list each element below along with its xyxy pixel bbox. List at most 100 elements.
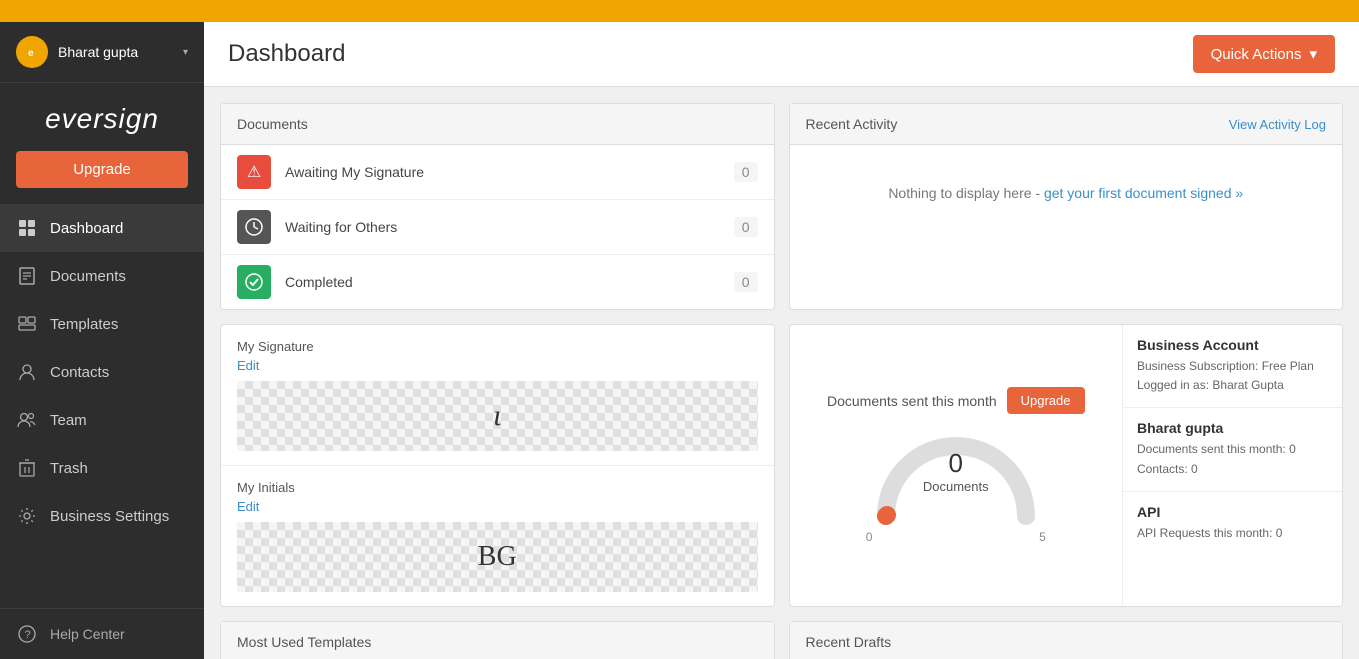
user-menu[interactable]: e Bharat gupta ▾	[0, 22, 204, 83]
activity-empty-text: Nothing to display here -	[888, 185, 1044, 201]
username-label: Bharat gupta	[58, 44, 183, 60]
api-title: API	[1137, 504, 1328, 520]
user-docs-sent: Documents sent this month: 0	[1137, 440, 1328, 459]
quick-actions-chevron-icon: ▾	[1309, 45, 1317, 63]
templates-card-title: Most Used Templates	[237, 634, 371, 650]
help-center-label: Help Center	[50, 626, 125, 642]
api-account-section: API API Requests this month: 0	[1123, 492, 1342, 555]
awaiting-signature-icon: ⚠	[237, 155, 271, 189]
svg-text:?: ?	[25, 629, 31, 641]
awaiting-signature-label: Awaiting My Signature	[285, 164, 734, 180]
sent-right: Business Account Business Subscription: …	[1122, 325, 1342, 606]
my-initials-label: My Initials	[237, 480, 758, 495]
waiting-others-item[interactable]: Waiting for Others 0	[221, 200, 774, 255]
sidebar-item-contacts[interactable]: Contacts	[0, 348, 204, 396]
awaiting-signature-count: 0	[734, 162, 758, 182]
sidebar-item-team[interactable]: Team	[0, 396, 204, 444]
gauge-label: Documents	[923, 479, 989, 494]
gauge-center-text: 0 Documents	[923, 448, 989, 494]
my-initials-edit-link[interactable]: Edit	[237, 499, 758, 514]
activity-card-title: Recent Activity	[806, 116, 898, 132]
upgrade-button[interactable]: Upgrade	[16, 151, 188, 188]
gauge-container: 0 Documents	[866, 426, 1046, 526]
documents-card: Documents ⚠ Awaiting My Signature 0	[220, 103, 775, 310]
main-content: Dashboard Quick Actions ▾ Documents ⚠ Aw…	[204, 22, 1359, 659]
sidebar-item-documents[interactable]: Documents	[0, 252, 204, 300]
gauge-min: 0	[866, 530, 873, 544]
team-icon	[16, 409, 38, 431]
brand-logo: eversign	[0, 83, 204, 151]
quick-actions-button[interactable]: Quick Actions ▾	[1193, 35, 1335, 73]
user-account-title: Bharat gupta	[1137, 420, 1328, 436]
business-account-title: Business Account	[1137, 337, 1328, 353]
documents-card-title: Documents	[237, 116, 308, 132]
sidebar-item-trash-label: Trash	[50, 460, 88, 477]
awaiting-signature-item[interactable]: ⚠ Awaiting My Signature 0	[221, 145, 774, 200]
documents-list: ⚠ Awaiting My Signature 0 Waiting f	[221, 145, 774, 309]
my-signature-preview: ι	[237, 381, 758, 451]
contacts-icon	[16, 361, 38, 383]
sidebar-item-business-settings[interactable]: Business Settings	[0, 492, 204, 540]
help-icon: ?	[16, 623, 38, 645]
activity-empty-message: Nothing to display here - get your first…	[790, 145, 1343, 241]
user-chevron-icon: ▾	[183, 47, 188, 58]
main-body: Documents ⚠ Awaiting My Signature 0	[204, 87, 1359, 659]
business-settings-icon	[16, 505, 38, 527]
templates-icon	[16, 313, 38, 335]
gauge-max: 5	[1039, 530, 1046, 544]
user-avatar: e	[16, 36, 48, 68]
documents-icon	[16, 265, 38, 287]
my-signature-label: My Signature	[237, 339, 758, 354]
trash-icon	[16, 457, 38, 479]
gauge-value: 0	[923, 448, 989, 479]
sent-title-row: Documents sent this month Upgrade	[827, 387, 1085, 414]
business-account-section: Business Account Business Subscription: …	[1123, 325, 1342, 408]
sidebar-item-templates-label: Templates	[50, 316, 118, 333]
sent-left: Documents sent this month Upgrade	[790, 325, 1123, 606]
sidebar-item-contacts-label: Contacts	[50, 364, 109, 381]
signature-card: My Signature Edit ι My Initials Edit BG	[220, 324, 775, 607]
drafts-card-header: Recent Drafts	[790, 622, 1343, 659]
waiting-others-icon	[237, 210, 271, 244]
user-contacts: Contacts: 0	[1137, 460, 1328, 479]
get-first-doc-signed-link[interactable]: get your first document signed »	[1044, 185, 1243, 201]
sent-card-inner: Documents sent this month Upgrade	[790, 325, 1343, 606]
dashboard-icon	[16, 217, 38, 239]
sidebar-item-business-settings-label: Business Settings	[50, 508, 169, 525]
page-title: Dashboard	[228, 40, 345, 68]
upgrade-section: Upgrade	[16, 151, 188, 188]
view-activity-log-link[interactable]: View Activity Log	[1229, 117, 1326, 132]
sent-card: Documents sent this month Upgrade	[789, 324, 1344, 607]
documents-card-header: Documents	[221, 104, 774, 145]
most-used-templates-card: Most Used Templates	[220, 621, 775, 659]
sidebar-item-team-label: Team	[50, 412, 87, 429]
svg-text:e: e	[28, 48, 34, 59]
my-signature-image: ι	[493, 399, 501, 433]
quick-actions-label: Quick Actions	[1211, 46, 1302, 63]
completed-count: 0	[734, 272, 758, 292]
sidebar-item-templates[interactable]: Templates	[0, 300, 204, 348]
sidebar-item-trash[interactable]: Trash	[0, 444, 204, 492]
sidebar-item-documents-label: Documents	[50, 268, 126, 285]
sent-title-text: Documents sent this month	[827, 393, 997, 409]
completed-item[interactable]: Completed 0	[221, 255, 774, 309]
recent-drafts-card: Recent Drafts	[789, 621, 1344, 659]
sidebar-item-dashboard[interactable]: Dashboard	[0, 204, 204, 252]
completed-label: Completed	[285, 274, 734, 290]
api-requests: API Requests this month: 0	[1137, 524, 1328, 543]
activity-card: Recent Activity View Activity Log Nothin…	[789, 103, 1344, 310]
completed-icon	[237, 265, 271, 299]
my-initials-image: BG	[478, 541, 517, 573]
drafts-card-title: Recent Drafts	[806, 634, 892, 650]
my-signature-section: My Signature Edit ι	[221, 325, 774, 466]
main-header: Dashboard Quick Actions ▾	[204, 22, 1359, 87]
waiting-others-count: 0	[734, 217, 758, 237]
help-center[interactable]: ? Help Center	[0, 608, 204, 659]
user-account-section: Bharat gupta Documents sent this month: …	[1123, 408, 1342, 491]
brand-text: eversign	[45, 103, 159, 134]
gauge-range: 0 5	[866, 530, 1046, 544]
my-signature-edit-link[interactable]: Edit	[237, 358, 758, 373]
sidebar-item-dashboard-label: Dashboard	[50, 220, 123, 237]
sent-upgrade-button[interactable]: Upgrade	[1007, 387, 1085, 414]
waiting-others-label: Waiting for Others	[285, 219, 734, 235]
